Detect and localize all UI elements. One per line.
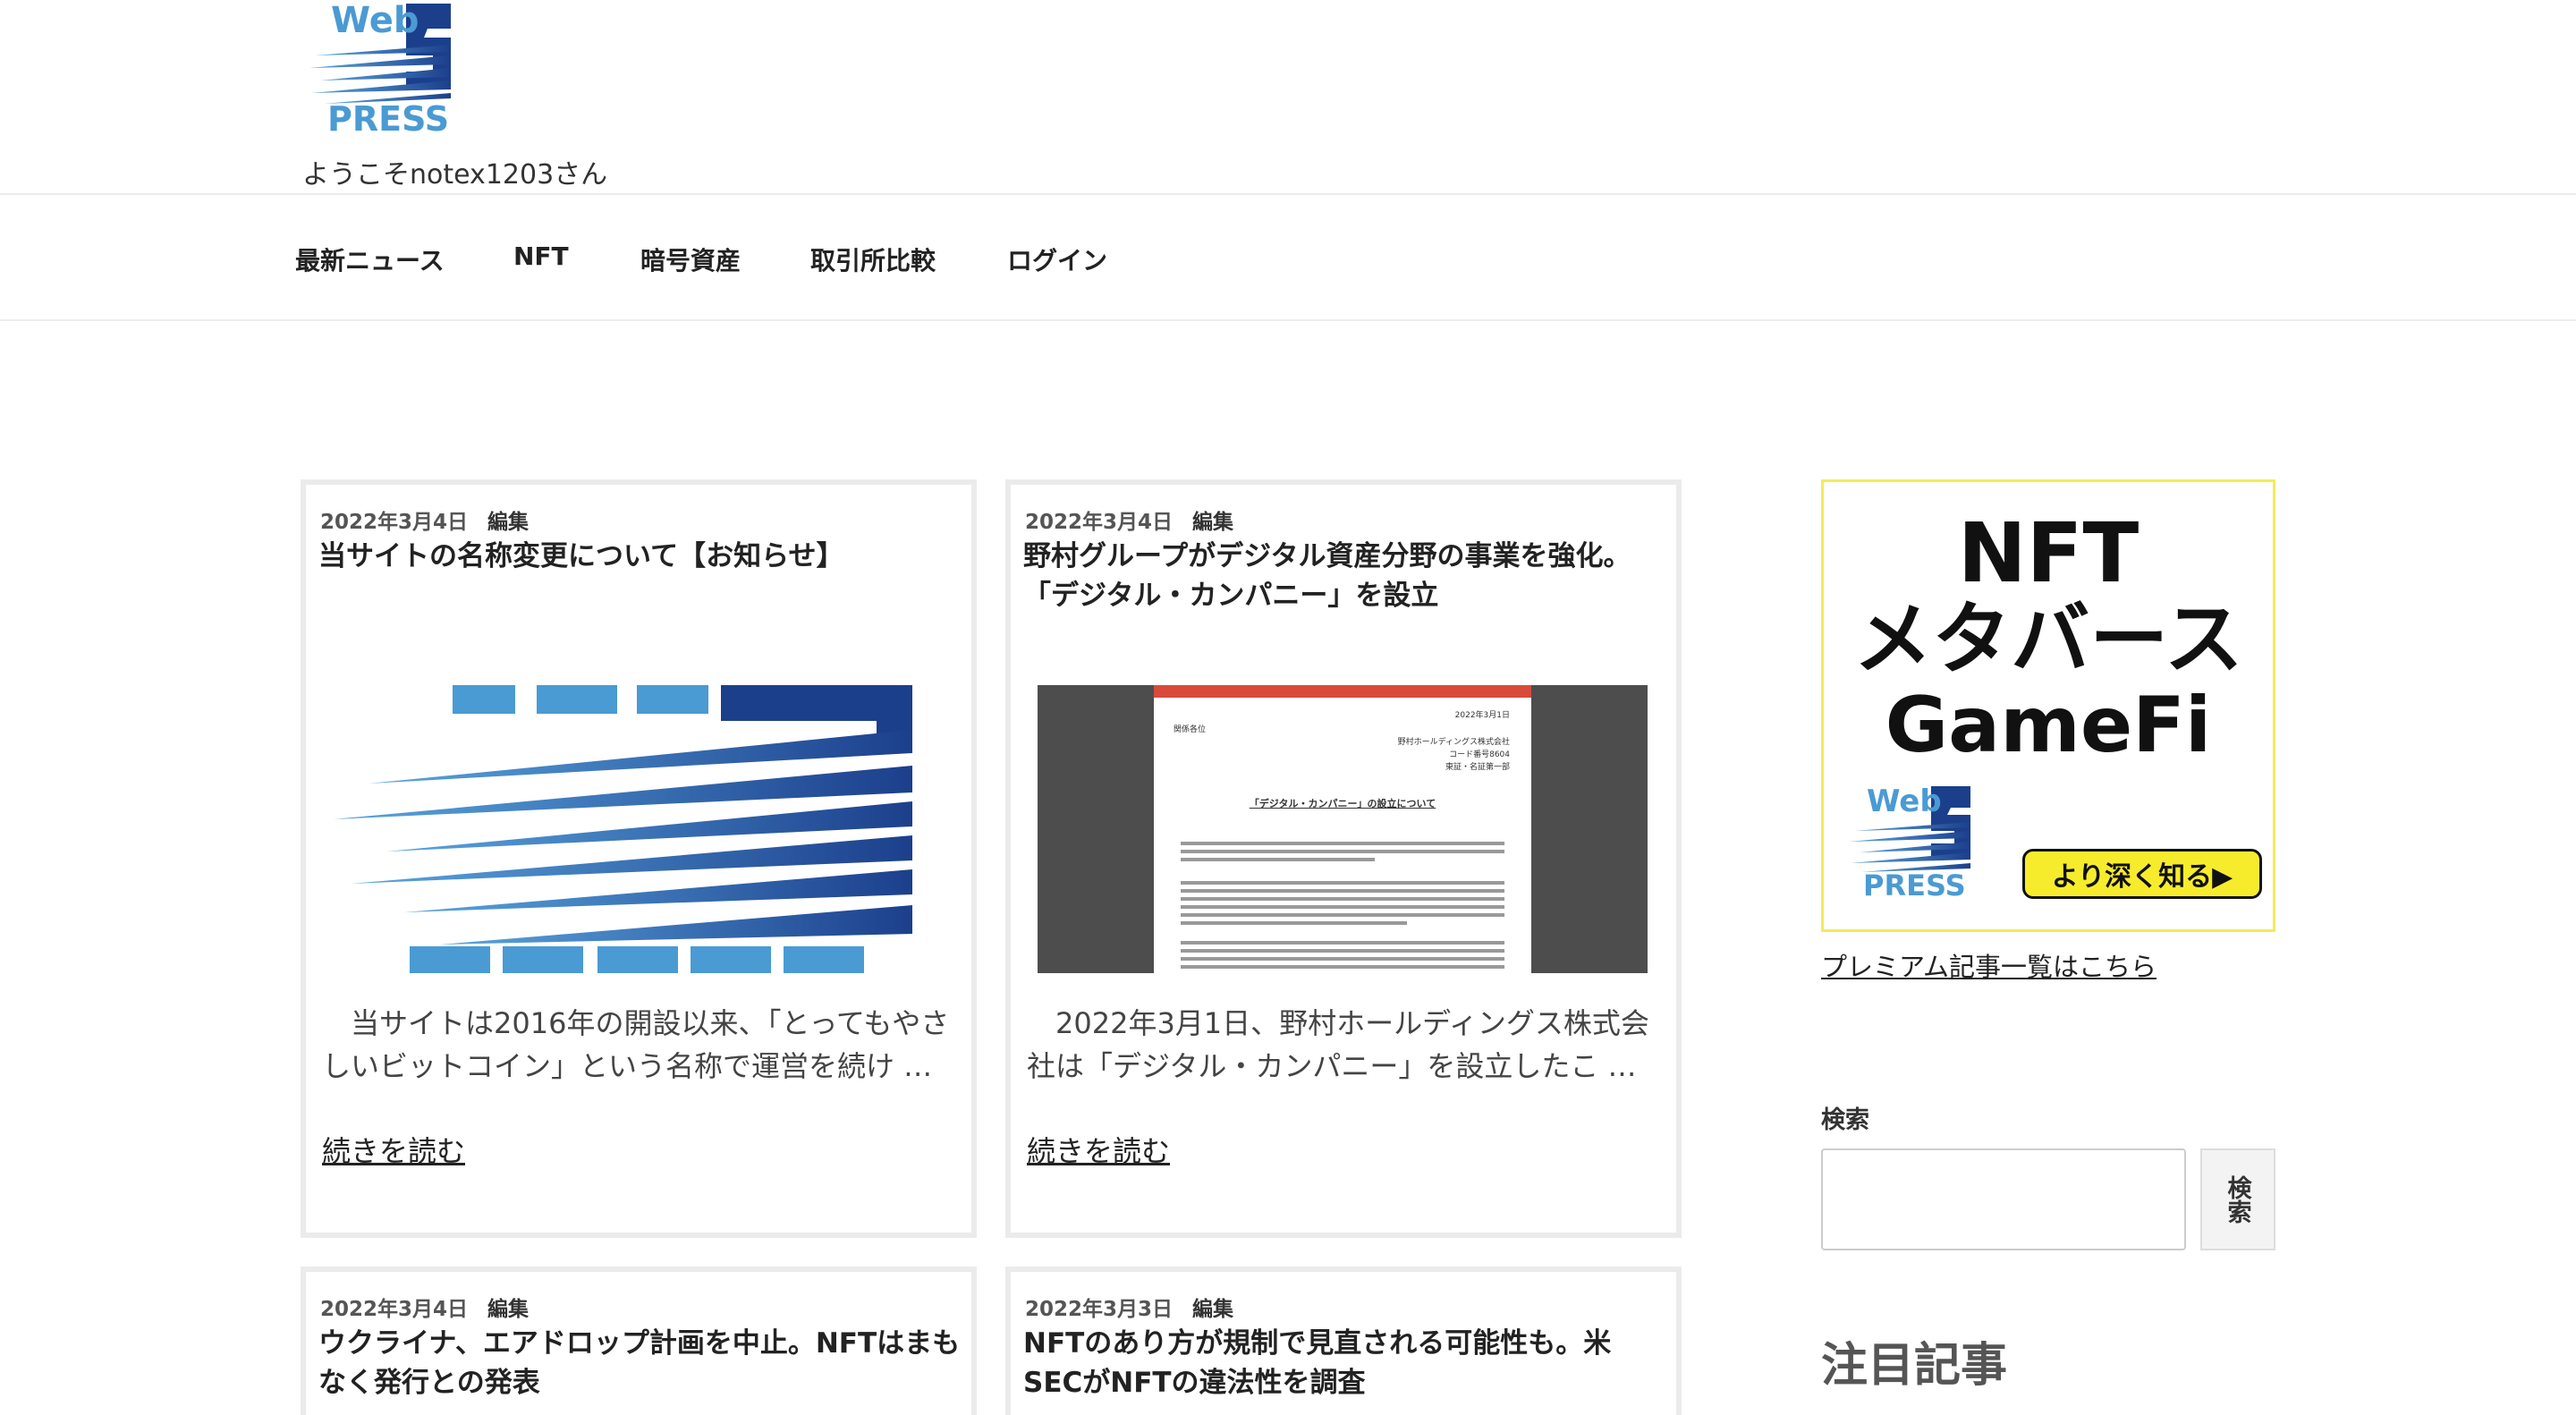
post-date: 2022年3月4日 bbox=[1025, 511, 1174, 534]
post-meta: 2022年3月3日 編集 bbox=[1025, 1292, 1233, 1322]
search-button[interactable]: 検索 bbox=[2200, 1148, 2275, 1250]
press-release-document: 2022年3月1日 関係各位 野村ホールディングス株式会社 コード番号8604 … bbox=[1154, 685, 1531, 973]
post-author[interactable]: 編集 bbox=[487, 1298, 529, 1321]
post-card: 2022年3月4日 編集 野村グループがデジタル資産分野の事業を強化。「デジタル・… bbox=[1005, 479, 1682, 1238]
post-meta: 2022年3月4日 編集 bbox=[320, 504, 529, 535]
svg-text:PRESS: PRESS bbox=[327, 99, 449, 134]
premium-ad-banner[interactable]: NFT メタバース GameFi Web PRESS より深く知る▶ bbox=[1821, 479, 2275, 932]
press-release-date: 2022年3月1日 bbox=[1454, 711, 1510, 720]
post-thumbnail[interactable]: 2022年3月1日 関係各位 野村ホールディングス株式会社 コード番号8604 … bbox=[1038, 685, 1648, 973]
welcome-message: ようこそnotex1203さん bbox=[302, 159, 608, 191]
nav-item-latest-news[interactable]: 最新ニュース bbox=[295, 241, 445, 277]
press-release-body-lines bbox=[1181, 837, 1504, 973]
post-author[interactable]: 編集 bbox=[1192, 511, 1233, 534]
press-release-header-bar bbox=[1154, 685, 1531, 698]
post-date: 2022年3月3日 bbox=[1025, 1298, 1174, 1321]
post-card: 2022年3月3日 編集 NFTのあり方が規制で見直される可能性も。米SECがNF… bbox=[1005, 1267, 1682, 1415]
post-card: 2022年3月4日 編集 当サイトの名称変更について【お知らせ】 当サイトは20… bbox=[301, 479, 977, 1238]
post-author[interactable]: 編集 bbox=[1192, 1298, 1233, 1321]
post-title[interactable]: ウクライナ、エアドロップ計画を中止。NFTはまもなく発行との発表 bbox=[318, 1324, 962, 1402]
nav-item-crypto-assets[interactable]: 暗号資産 bbox=[640, 241, 741, 277]
read-more-link[interactable]: 続きを読む bbox=[322, 1129, 465, 1170]
press-release-to: 関係各位 bbox=[1174, 725, 1207, 734]
post-excerpt: 2022年3月1日、野村ホールディングス株式会社は「デジタル・カンパニー」を設立… bbox=[1027, 1006, 1649, 1083]
site-logo[interactable]: Web PRESS bbox=[301, 0, 479, 139]
post-title[interactable]: NFTのあり方が規制で見直される可能性も。米SECがNFTの違法性を調査 bbox=[1023, 1324, 1667, 1402]
site-header: Web PRESS ようこそnotex1203さん bbox=[0, 0, 2576, 193]
web3-press-logo-icon: Web PRESS bbox=[1849, 784, 1970, 899]
featured-articles-heading: 注目記事 bbox=[1821, 1339, 2008, 1393]
post-card: 2022年3月4日 編集 ウクライナ、エアドロップ計画を中止。NFTはまもなく発行… bbox=[301, 1267, 977, 1415]
press-release-company: 野村ホールディングス株式会社 bbox=[1397, 738, 1510, 747]
post-author[interactable]: 編集 bbox=[487, 511, 529, 534]
search-input[interactable] bbox=[1821, 1148, 2186, 1250]
post-title[interactable]: 当サイトの名称変更について【お知らせ】 bbox=[318, 537, 962, 576]
svg-text:PRESS: PRESS bbox=[1863, 868, 1966, 899]
press-release-exchange: 東証・名証第一部 bbox=[1445, 763, 1510, 772]
ad-line-metaverse: メタバース bbox=[1853, 593, 2243, 685]
ad-cta-button[interactable]: より深く知る▶ bbox=[2022, 849, 2262, 899]
post-thumbnail[interactable] bbox=[333, 685, 943, 973]
nav-item-nft[interactable]: NFT bbox=[513, 241, 569, 271]
press-release-heading: 「デジタル・カンパニー」の設立について bbox=[1249, 798, 1436, 809]
premium-articles-link[interactable]: プレミアム記事一覧はこちら bbox=[1821, 946, 2157, 984]
ad-line-gamefi: GameFi bbox=[1885, 681, 2212, 770]
nav-item-login[interactable]: ログイン bbox=[1007, 241, 1107, 277]
post-date: 2022年3月4日 bbox=[320, 511, 469, 534]
press-release-code: コード番号8604 bbox=[1449, 750, 1510, 759]
nav-item-exchange-comparison[interactable]: 取引所比較 bbox=[810, 241, 936, 277]
main-navigation: 最新ニュース NFT 暗号資産 取引所比較 ログイン bbox=[0, 193, 2576, 321]
post-excerpt: 当サイトは2016年の開設以来、「とってもやさしいビットコイン」という名称で運営… bbox=[322, 1006, 950, 1083]
web3-press-logo-icon: Web PRESS bbox=[309, 0, 451, 139]
ad-line-nft: NFT bbox=[1957, 505, 2140, 601]
read-more-link[interactable]: 続きを読む bbox=[1027, 1129, 1170, 1170]
post-meta: 2022年3月4日 編集 bbox=[1025, 504, 1233, 535]
post-date: 2022年3月4日 bbox=[320, 1298, 469, 1321]
svg-text:Web: Web bbox=[1867, 784, 1942, 819]
svg-text:Web: Web bbox=[331, 0, 419, 41]
post-meta: 2022年3月4日 編集 bbox=[320, 1292, 529, 1322]
search-label: 検索 bbox=[1821, 1106, 1869, 1134]
post-title[interactable]: 野村グループがデジタル資産分野の事業を強化。「デジタル・カンパニー」を設立 bbox=[1023, 537, 1667, 615]
web3-press-logo-thumbnail-icon bbox=[333, 685, 943, 973]
